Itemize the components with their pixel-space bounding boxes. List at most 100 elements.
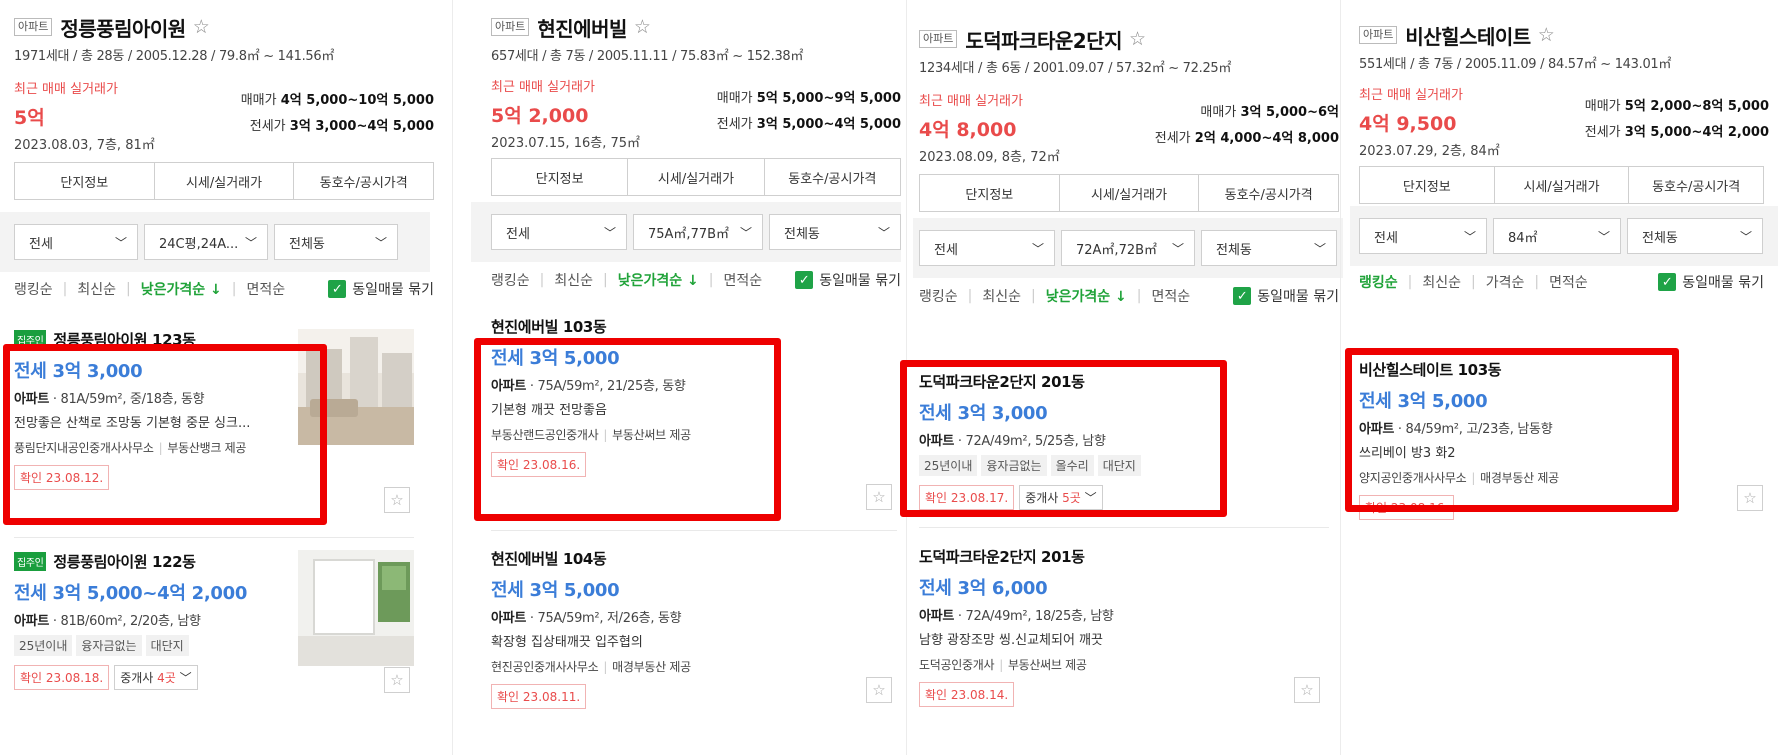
listing-price: 전세 3억 6,000 [919,578,1048,599]
checkbox-checked-icon[interactable]: ✓ [1658,273,1677,291]
sort-area[interactable]: 면적순 [1151,286,1190,306]
sort-low-price[interactable]: 낮은가격순 ↓ [618,270,699,290]
star-icon[interactable]: ☆ [1538,24,1555,46]
listing-item[interactable]: 현진에버빌 104동 전세 3억 5,000 아파트 · 75A/59m², 저… [491,548,911,709]
room-window-image [298,550,414,666]
tab-unit-price[interactable]: 동호수/공시가격 [765,159,900,195]
star-icon[interactable]: ☆ [1129,28,1146,50]
tab-unit-price[interactable]: 동호수/공시가격 [294,163,433,199]
checkbox-checked-icon[interactable]: ✓ [328,280,347,298]
building-select[interactable]: 전체동 ﹀ [1201,230,1337,266]
favorite-star-icon[interactable]: ☆ [384,667,410,693]
area-select[interactable]: 84㎡ ﹀ [1493,218,1621,254]
sort-area[interactable]: 면적순 [1549,272,1588,292]
listing-item[interactable]: 도덕파크타운2단지 201동 전세 3억 6,000 아파트 · 72A/49m… [919,546,1339,707]
tab-market-price[interactable]: 시세/실거래가 [155,163,295,199]
highlight-box [3,344,327,525]
checkbox-checked-icon[interactable]: ✓ [1233,287,1252,305]
listing-spec: 아파트 · 72A/49m², 18/25층, 남향 [919,609,1114,624]
favorite-star-icon[interactable]: ☆ [866,677,892,703]
tab-complex-info[interactable]: 단지정보 [1360,167,1495,203]
chevron-down-icon: ﹀ [1031,241,1044,256]
trade-type-select[interactable]: 전세 ﹀ [14,224,138,260]
sort-ranking[interactable]: 랭킹순 [14,279,53,299]
group-same-listings[interactable]: ✓ 동일매물 묶기 [1233,286,1339,306]
favorite-star-icon[interactable]: ☆ [866,484,892,510]
sort-ranking[interactable]: 랭킹순 [1359,272,1398,292]
chevron-down-icon: ﹀ [374,235,387,250]
sort-area[interactable]: 면적순 [246,279,285,299]
tab-unit-price[interactable]: 동호수/공시가격 [1629,167,1763,203]
tab-market-price[interactable]: 시세/실거래가 [1495,167,1630,203]
sale-range: 매매가 3억 5,000~6억 [1200,105,1339,120]
owner-badge: 집주인 [14,552,47,571]
chevron-down-icon: ﹀ [114,235,127,250]
sort-area[interactable]: 면적순 [723,270,762,290]
sort-ranking[interactable]: 랭킹순 [919,286,958,306]
building-select[interactable]: 전체동 ﹀ [1627,218,1763,254]
tab-complex-info[interactable]: 단지정보 [15,163,155,199]
star-icon[interactable]: ☆ [193,16,210,38]
sort-latest[interactable]: 최신순 [554,270,593,290]
tab-unit-price[interactable]: 동호수/공시가격 [1199,175,1338,211]
group-same-listings[interactable]: ✓ 동일매물 묶기 [1658,272,1764,292]
checkbox-checked-icon[interactable]: ✓ [795,271,814,289]
sale-range: 매매가 5억 5,000~9억 5,000 [716,91,901,106]
favorite-star-icon[interactable]: ☆ [1737,485,1763,511]
tag: 25년이내 [14,635,73,656]
building-select[interactable]: 전체동 ﹀ [769,214,901,250]
sort-latest[interactable]: 최신순 [77,279,116,299]
group-same-listings[interactable]: ✓ 동일매물 묶기 [795,270,901,290]
sort-latest[interactable]: 최신순 [982,286,1021,306]
complex-meta: 657세대 / 총 7동 / 2005.11.11 / 75.83㎡ ~ 152… [491,49,804,64]
tab-market-price[interactable]: 시세/실거래가 [628,159,765,195]
sale-range: 매매가 4억 5,000~10억 5,000 [240,93,434,108]
complex-meta: 1234세대 / 총 6동 / 2001.09.07 / 57.32㎡ ~ 72… [919,61,1232,76]
trade-type-select[interactable]: 전세 ﹀ [491,214,627,250]
broker-count-button[interactable]: 중개사 4곳 ﹀ [114,665,198,690]
chevron-down-icon: ﹀ [739,225,752,240]
panel-separator [1340,0,1341,755]
jeonse-range: 전세가 2억 4,000~4억 8,000 [1154,131,1339,146]
tab-complex-info[interactable]: 단지정보 [492,159,629,195]
apartment-badge: 아파트 [1359,26,1398,44]
highlight-box [474,338,781,521]
complex-tabs: 단지정보 시세/실거래가 동호수/공시가격 [1359,166,1764,204]
favorite-star-icon[interactable]: ☆ [384,487,410,513]
area-select[interactable]: 24C평,24A... ﹀ [144,224,268,260]
sort-price[interactable]: 가격순 [1486,272,1525,292]
area-select[interactable]: 75A㎡,77B㎡ ﹀ [633,214,763,250]
favorite-star-icon[interactable]: ☆ [1294,677,1320,703]
star-icon[interactable]: ☆ [634,16,651,38]
confirm-date: 확인 23.08.14. [919,682,1015,707]
complex-name: 정릉풍림아이원 [60,16,186,41]
trade-type-select[interactable]: 전세 ﹀ [1359,218,1487,254]
trade-type-select[interactable]: 전세 ﹀ [919,230,1055,266]
area-select[interactable]: 72A㎡,72B㎡ ﹀ [1061,230,1195,266]
listing-agents: 현진공인중개사사무소 | 매경부동산 제공 [491,660,691,674]
complex-name: 도덕파크타운2단지 [965,28,1122,53]
tab-complex-info[interactable]: 단지정보 [920,175,1060,211]
listing-photo[interactable] [298,550,414,666]
sort-ranking[interactable]: 랭킹순 [491,270,530,290]
panel-separator [452,0,453,755]
apartment-badge: 아파트 [491,18,530,36]
sort-low-price[interactable]: 낮은가격순 ↓ [1046,286,1127,306]
building-select[interactable]: 전체동 ﹀ [274,224,398,260]
tab-market-price[interactable]: 시세/실거래가 [1060,175,1200,211]
group-same-listings[interactable]: ✓ 동일매물 묶기 [328,279,434,299]
chevron-down-icon: ﹀ [603,225,616,240]
sale-range: 매매가 5억 2,000~8억 5,000 [1584,99,1769,114]
listing-title: 현진에버빌 103동 [491,318,607,336]
sort-latest[interactable]: 최신순 [1422,272,1461,292]
chevron-down-icon: ﹀ [1597,229,1610,244]
apartment-badge: 아파트 [14,18,53,36]
sort-low-price[interactable]: 낮은가격순 ↓ [141,279,222,299]
listing-title: 정릉풍림아이원 122동 [53,553,196,571]
listing-description: 확장형 집상태깨끗 입주협의 [491,635,643,650]
tag: 대단지 [145,635,189,656]
chevron-down-icon: ﹀ [1171,241,1184,256]
confirm-date: 확인 23.08.18. [14,665,110,690]
listing-agents: 도덕공인중개사 | 부동산써브 제공 [919,658,1087,672]
jeonse-range: 전세가 3억 5,000~4억 2,000 [1584,125,1769,140]
